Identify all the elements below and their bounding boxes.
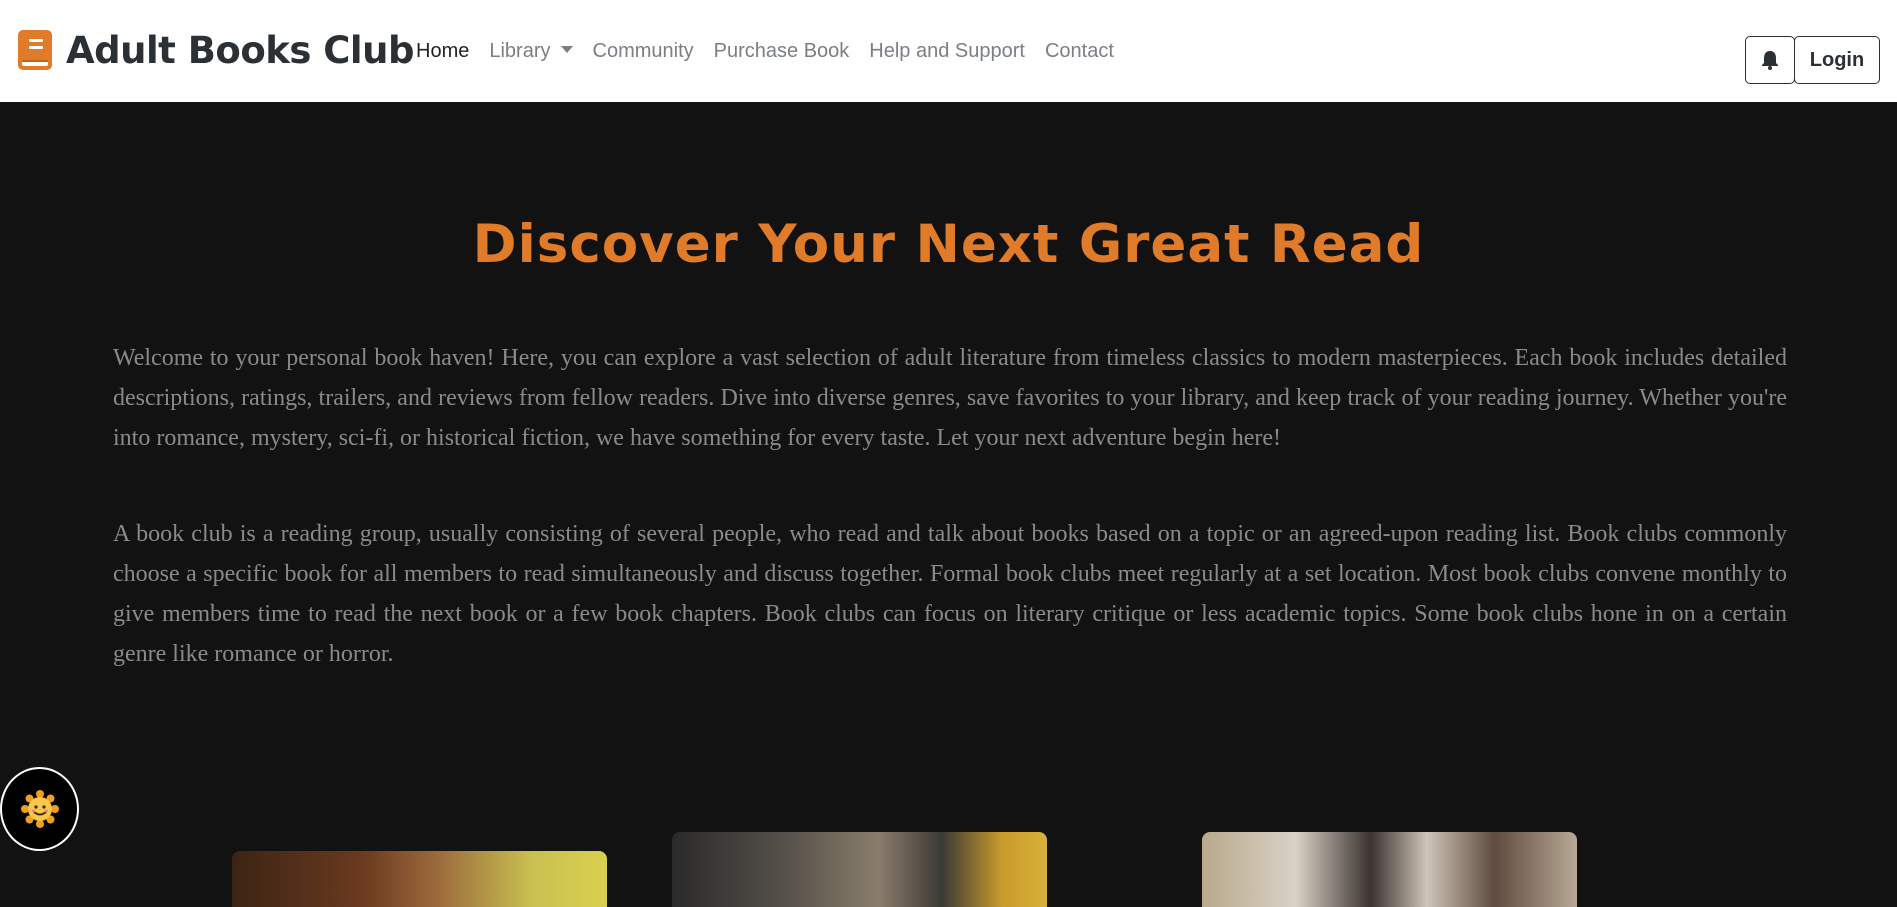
nav-contact[interactable]: Contact	[1035, 36, 1124, 66]
nav-links: Home Library Community Purchase Book Hel…	[406, 36, 1124, 66]
book-club-photo-1	[232, 851, 607, 907]
chevron-down-icon	[560, 46, 573, 54]
nav-community[interactable]: Community	[583, 36, 704, 66]
notifications-button[interactable]	[1745, 36, 1795, 84]
book-icon	[18, 30, 52, 70]
smiling-sun-icon	[20, 790, 59, 828]
navbar: Adult Books Club Home Library Community …	[0, 0, 1897, 102]
nav-library[interactable]: Library	[479, 36, 582, 66]
nav-library-label: Library	[489, 40, 551, 62]
book-club-photo-2	[672, 832, 1047, 907]
login-button[interactable]: Login	[1794, 36, 1880, 84]
intro-paragraph: Welcome to your personal book haven! Her…	[113, 345, 1787, 451]
nav-home[interactable]: Home	[406, 36, 479, 66]
brand[interactable]: Adult Books Club	[18, 28, 414, 74]
book-club-photo-3	[1202, 832, 1577, 907]
nav-purchase-book[interactable]: Purchase Book	[704, 36, 860, 66]
book-club-paragraph: A book club is a reading group, usually …	[113, 521, 1787, 667]
nav-help-support[interactable]: Help and Support	[859, 36, 1035, 66]
brand-name: Adult Books Club	[66, 29, 414, 72]
bell-icon	[1762, 51, 1778, 70]
hero-title: Discover Your Next Great Read	[472, 214, 1425, 275]
floating-assistant-button[interactable]	[0, 767, 79, 851]
